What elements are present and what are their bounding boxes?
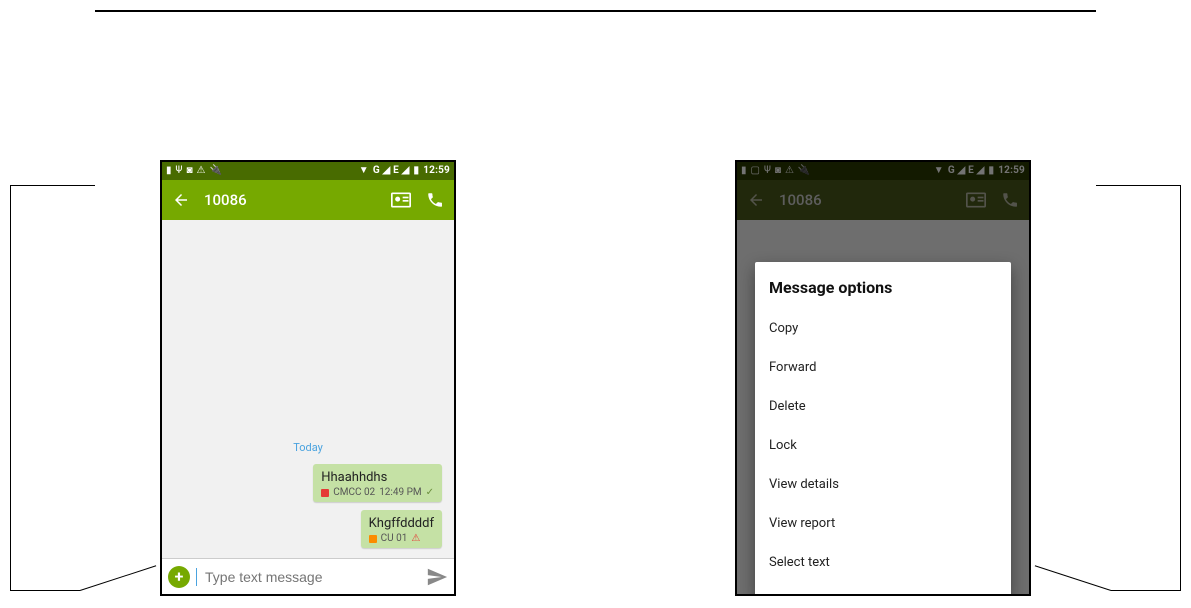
message-text: Khgffddddf (369, 516, 434, 531)
usb-icon: Ψ (176, 166, 183, 176)
message-time: 12:49 PM (379, 487, 421, 498)
sim-icon: ▮ (166, 166, 172, 176)
dialog-item-view-details[interactable]: View details (755, 465, 1011, 504)
message-options-dialog: Message options Copy Forward Delete Lock… (755, 262, 1011, 596)
conversation-title: 10086 (204, 191, 378, 209)
call-button[interactable] (424, 189, 446, 211)
battery-saver-icon: ◙ (186, 166, 192, 176)
battery-icon: ▮ (414, 166, 420, 176)
network-indicators: G ◢ E ◢ (373, 166, 410, 176)
warning-icon: ⚠ (196, 166, 205, 176)
date-divider: Today (168, 441, 448, 454)
status-time: 12:59 (423, 166, 450, 176)
text-cursor (196, 568, 197, 586)
compose-bar: + (162, 558, 454, 594)
connector-line (1096, 185, 1181, 186)
status-bar: ▮ Ψ ◙ ⚠ 🔌 ▼ G ◢ E ◢ ▮ 12:59 (162, 162, 454, 180)
status-right: ▼ G ◢ E ◢ ▮ 12:59 (359, 166, 450, 176)
sim-indicator-icon (321, 489, 329, 497)
connector-line (1035, 565, 1111, 591)
dialog-item-select-text[interactable]: Select text (755, 543, 1011, 582)
message-bubble[interactable]: Khgffddddf CU 01 ⚠ (361, 510, 442, 548)
dialog-item-view-report[interactable]: View report (755, 504, 1011, 543)
sim-indicator-icon (369, 535, 377, 543)
dialog-item-lock[interactable]: Lock (755, 426, 1011, 465)
connector-line (1111, 590, 1181, 591)
dialog-title: Message options (755, 268, 1011, 309)
message-bubble[interactable]: Hhaahhdhs CMCC 02 12:49 PM ✓ (313, 464, 442, 502)
sim-label: CMCC 02 (333, 487, 375, 498)
connector-line (1180, 185, 1181, 590)
dialog-item-copy[interactable]: Copy (755, 309, 1011, 348)
message-text: Hhaahhdhs (321, 470, 434, 485)
dialog-item-save-to-sim[interactable]: Save message to SIM card (755, 582, 1011, 596)
message-input[interactable] (205, 569, 420, 585)
page-top-rule (95, 10, 1096, 12)
phone-message-options-screenshot: ▮ ▢ Ψ ◙ ⚠ 🔌 ▼ G ◢ E ◢ ▮ 12:59 10086 Mess… (735, 160, 1031, 596)
message-meta: CMCC 02 12:49 PM ✓ (321, 487, 434, 498)
plug-icon: 🔌 (209, 166, 221, 176)
back-button[interactable] (170, 189, 192, 211)
add-attachment-button[interactable]: + (168, 566, 190, 588)
wifi-icon: ▼ (359, 166, 369, 176)
message-meta: CU 01 ⚠ (369, 533, 434, 544)
sent-check-icon: ✓ (426, 487, 434, 498)
sim-label: CU 01 (381, 533, 408, 544)
connector-line (10, 185, 11, 590)
dialog-item-delete[interactable]: Delete (755, 387, 1011, 426)
failed-warning-icon: ⚠ (411, 533, 420, 544)
connector-line (10, 185, 95, 186)
conversation-pane[interactable]: Today Hhaahhdhs CMCC 02 12:49 PM ✓ Khgff… (162, 220, 454, 558)
app-bar: 10086 (162, 180, 454, 220)
connector-line (80, 565, 156, 591)
contact-card-button[interactable] (390, 189, 412, 211)
send-button[interactable] (426, 566, 448, 588)
dialog-item-forward[interactable]: Forward (755, 348, 1011, 387)
connector-line (10, 590, 80, 591)
status-left-icons: ▮ Ψ ◙ ⚠ 🔌 (166, 166, 222, 176)
phone-conversation-screenshot: ▮ Ψ ◙ ⚠ 🔌 ▼ G ◢ E ◢ ▮ 12:59 10086 Today … (160, 160, 456, 596)
